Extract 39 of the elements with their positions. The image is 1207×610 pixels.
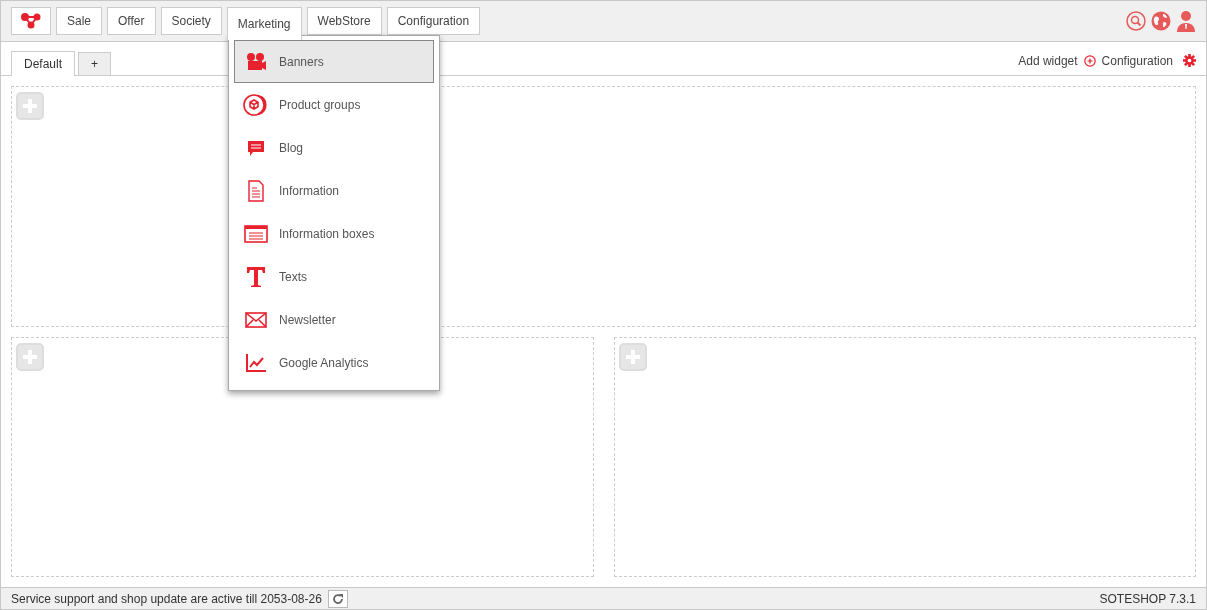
nav-tab[interactable]: Marketing xyxy=(226,7,302,40)
menu-item[interactable]: Texts xyxy=(234,255,434,298)
nav-tab[interactable]: Society xyxy=(160,7,222,35)
refresh-button[interactable] xyxy=(327,589,348,608)
document-icon xyxy=(247,179,265,202)
cube-icon xyxy=(243,92,269,117)
user-icon[interactable] xyxy=(1176,10,1196,32)
nav-tab[interactable]: Offer xyxy=(107,7,156,35)
letter-t-icon xyxy=(246,265,266,288)
menu-item[interactable]: Google Analytics xyxy=(234,341,434,384)
plus-icon xyxy=(624,348,641,365)
gear-icon[interactable] xyxy=(1183,54,1196,67)
menu-item[interactable]: Information xyxy=(234,169,434,212)
menu-item[interactable]: Product groups xyxy=(234,83,434,126)
configuration-link[interactable]: Configuration xyxy=(1101,53,1173,68)
camera-icon xyxy=(245,51,267,72)
refresh-icon xyxy=(331,592,344,605)
menu-item[interactable]: Banners xyxy=(234,40,434,83)
plus-icon xyxy=(22,348,38,365)
line-chart-icon xyxy=(245,352,267,373)
nav-tab[interactable]: Sale xyxy=(56,7,103,35)
status-message: Service support and shop update are active till 2053-08-26 xyxy=(11,591,322,606)
envelope-icon xyxy=(245,311,267,328)
nav-tab[interactable]: Configuration xyxy=(386,7,481,35)
version-label: SOTESHOP 7.3.1 xyxy=(1099,591,1196,606)
dashboard-tab[interactable]: Default xyxy=(11,51,76,76)
logo-button[interactable] xyxy=(11,7,51,35)
search-icon[interactable] xyxy=(1126,11,1146,31)
menu-item[interactable]: Blog xyxy=(234,126,434,169)
network-icon xyxy=(21,13,41,29)
nav-tab[interactable]: WebStore xyxy=(306,7,382,35)
plus-circle-icon[interactable] xyxy=(1083,54,1096,67)
add-widget-link[interactable]: Add widget xyxy=(1018,53,1078,68)
menu-item[interactable]: Newsletter xyxy=(234,298,434,341)
window-icon xyxy=(244,224,268,243)
dashboard-tab[interactable]: + xyxy=(78,52,112,75)
menu-item[interactable]: Information boxes xyxy=(234,212,434,255)
plus-icon xyxy=(22,98,38,114)
globe-icon[interactable] xyxy=(1151,11,1171,31)
